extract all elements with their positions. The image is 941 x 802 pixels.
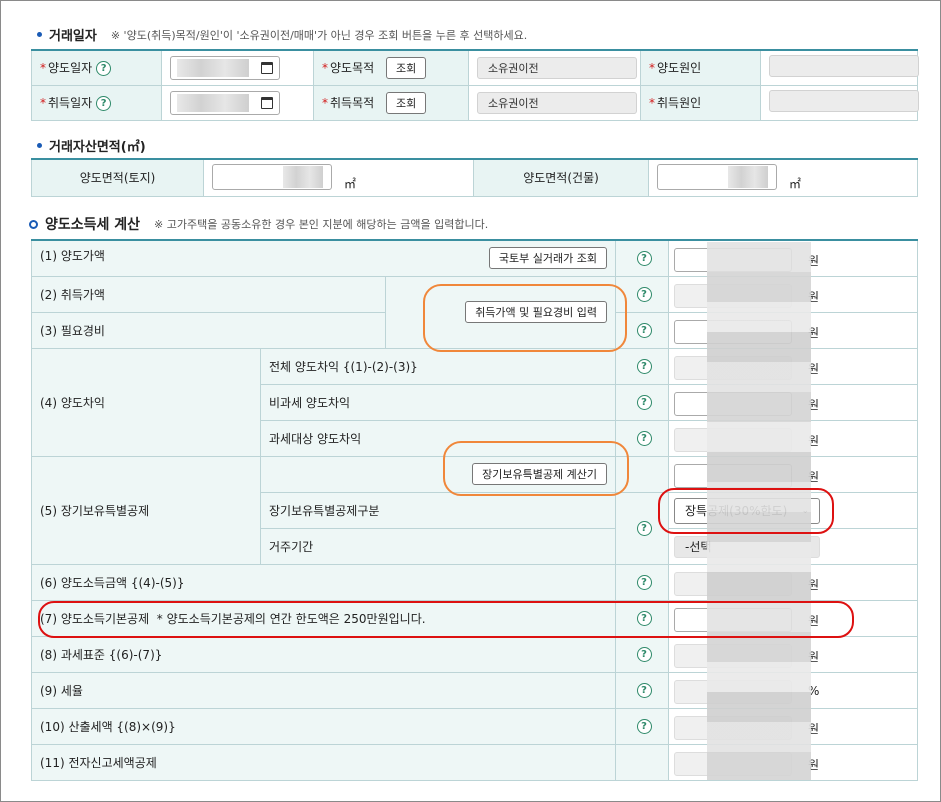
transfer-date-input[interactable] [170,55,280,80]
highlight-oval-red [658,488,834,534]
transfer-cause-label: * 양도원인 [640,49,761,86]
bullet-icon [37,143,42,148]
acquisition-cause-value [769,90,919,112]
help-icon[interactable]: ? [636,574,652,590]
row-4b: 비과세 양도차익 [260,383,616,421]
section-tax-calc: 양도소득세 계산 ※ 고가주택을 공동소유한 경우 본인 지분에 해당하는 금액… [29,214,488,234]
row-10: (10) 산출세액 {(8)×(9)} [31,707,616,745]
acquisition-date-label: * 취득일자? [31,84,162,121]
section-area: 거래자산면적(㎡) [37,136,146,155]
row-8: (8) 과세표준 {(6)-(7)} [31,635,616,673]
building-area-cell: ㎡ [648,158,918,197]
section-title: 양도소득세 계산 [45,217,141,233]
unit-label: ㎡ [344,176,357,191]
help-icon[interactable]: ? [636,250,652,266]
row-5b: 장기보유특별공제구분 [260,491,616,529]
unit-label: ㎡ [789,176,802,191]
section-title: 거래일자 [49,29,97,44]
land-area-cell: ㎡ [203,158,474,197]
transfer-purpose-value: 소유권이전 [477,56,637,79]
circle-bullet-icon [29,219,38,229]
acquisition-cause-cell [760,84,919,121]
acquisition-date-input[interactable] [170,90,280,115]
help-icon[interactable]: ? [636,430,652,446]
help-icon[interactable]: ? [636,322,652,338]
help-icon[interactable]: ? [96,61,112,77]
help-icon[interactable]: ? [636,718,652,734]
row-2: (2) 취득가액 [31,275,386,313]
row-5: (5) 장기보유특별공제 [31,455,261,565]
building-area-label: 양도면적(건물) [473,158,649,197]
transfer-cause-value [769,55,919,78]
acquisition-purpose-value: 소유권이전 [477,91,637,114]
section-note: ※ '양도(취득)목적/원인'이 '소유권이전/매매'가 아닌 경우 조회 버튼… [110,28,528,42]
transfer-cause-cell [760,49,919,86]
building-area-input[interactable] [657,163,777,190]
row-4a: 전체 양도차익 {(1)-(2)-(3)} [260,347,616,385]
section-note: ※ 고가주택을 공동소유한 경우 본인 지분에 해당하는 금액을 입력합니다. [154,218,489,231]
bullet-icon [37,32,42,37]
transaction-date-table: * 양도일자? * 양도목적 조회 소유권이전 * 양도원인 * 취득일자? * 취득목적… [31,49,919,121]
area-table: 양도면적(토지) ㎡ 양도면적(건물) ㎡ [31,158,918,197]
acquisition-purpose-label: * 취득목적 조회 [313,84,469,121]
transfer-date-label: * 양도일자? [31,49,162,86]
row-9: (9) 세율 [31,671,616,709]
row-5c: 거주기간 [260,527,616,565]
highlight-oval [423,284,627,352]
acquisition-purpose-cell: 소유권이전 [468,84,641,121]
row-11: (11) 전자신고세액공제 [31,743,616,781]
row-3: (3) 필요경비 [31,311,386,349]
section-title: 거래자산면적(㎡) [49,140,146,155]
highlight-oval [443,441,629,496]
acquisition-cause-label: * 취득원인 [640,84,761,121]
transfer-purpose-label: * 양도목적 조회 [313,49,469,86]
row-4: (4) 양도차익 [31,347,261,457]
highlight-oval-red [38,601,854,638]
help-icon[interactable]: ? [636,358,652,374]
help-icon[interactable]: ? [636,286,652,302]
row-6: (6) 양도소득금액 {(4)-(5)} [31,563,616,601]
acquisition-purpose-lookup-button[interactable]: 조회 [386,91,427,114]
help-icon[interactable]: ? [636,520,652,536]
transfer-date-cell [161,49,314,86]
transfer-purpose-lookup-button[interactable]: 조회 [386,56,427,79]
transfer-purpose-cell: 소유권이전 [468,49,641,86]
help-icon[interactable]: ? [636,646,652,662]
help-icon[interactable]: ? [636,682,652,698]
land-area-label: 양도면적(토지) [31,158,204,197]
help-icon[interactable]: ? [636,394,652,410]
calendar-icon[interactable] [261,96,273,109]
row-1: (1) 양도가액 국토부 실거래가 조회 [31,239,616,277]
calendar-icon[interactable] [261,61,273,74]
land-area-input[interactable] [212,163,332,190]
section-transaction-date: 거래일자 ※ '양도(취득)목적/원인'이 '소유권이전/매매'가 아닌 경우 … [37,25,527,44]
molit-lookup-button[interactable]: 국토부 실거래가 조회 [488,247,607,270]
acquisition-date-cell [161,84,314,121]
help-icon[interactable]: ? [96,96,112,111]
